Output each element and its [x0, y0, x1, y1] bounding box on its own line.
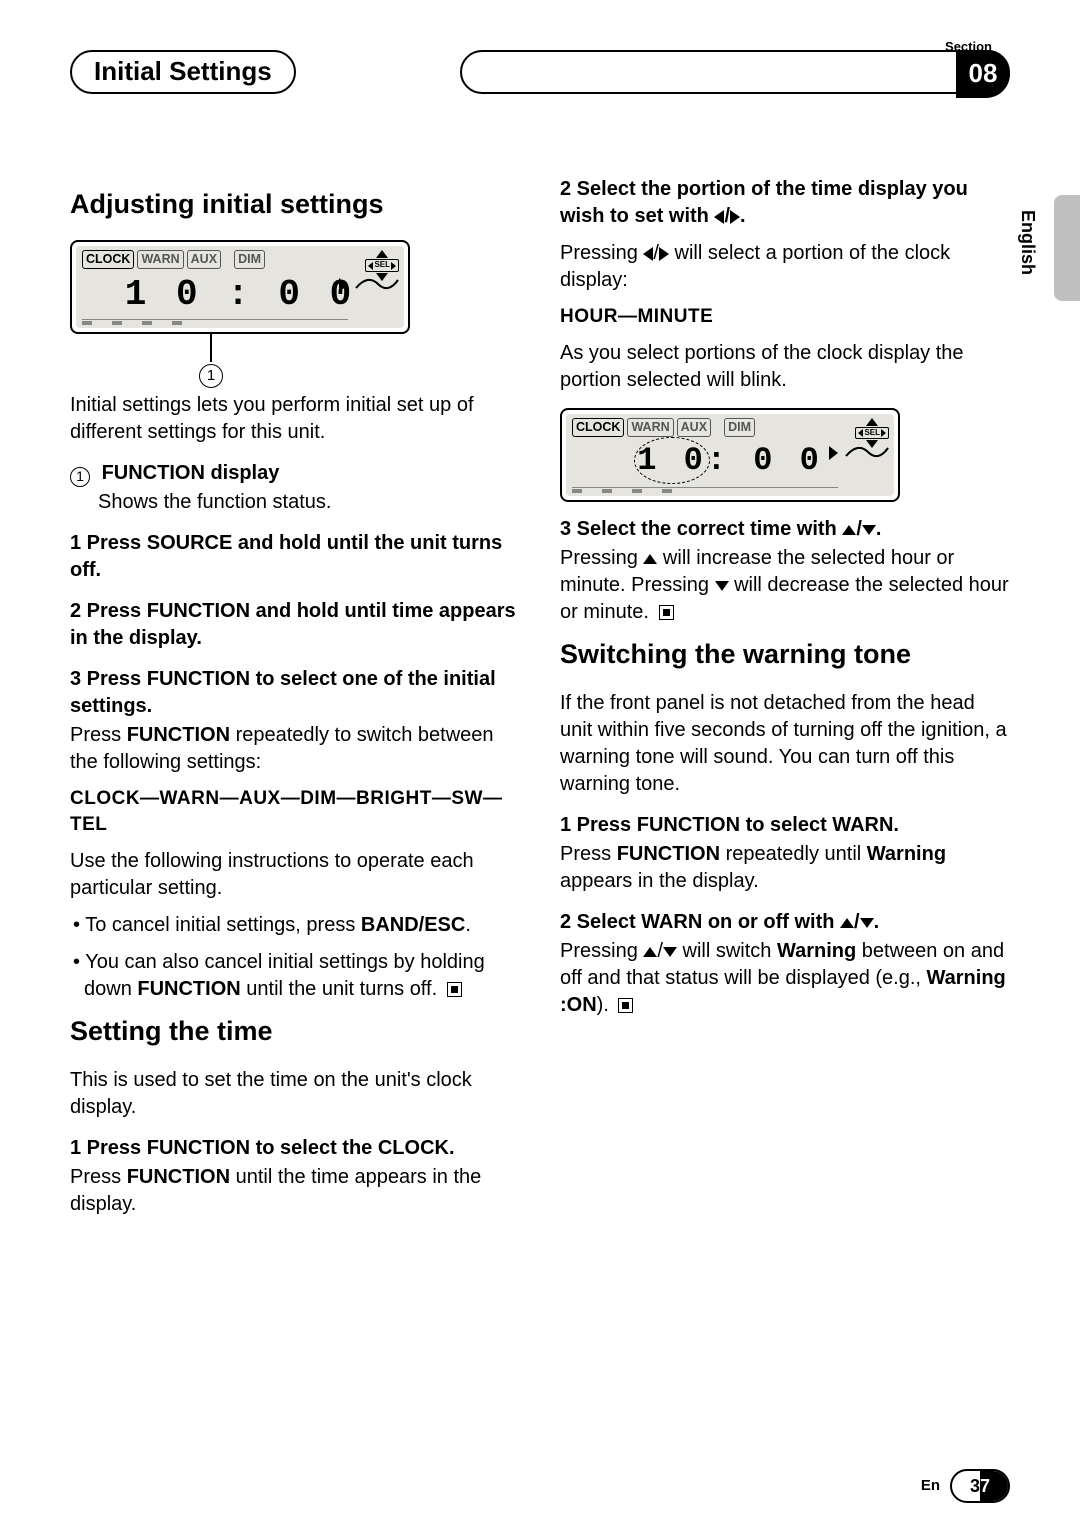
lcd-tag-warn: WARN: [137, 250, 183, 269]
lcd-tag-clock: CLOCK: [572, 418, 624, 437]
lcd-tag-dim: DIM: [234, 250, 265, 269]
set-step-1: 1 Press FUNCTION to select the CLOCK.: [70, 1135, 520, 1162]
page-title: Initial Settings: [94, 54, 272, 89]
down-arrow-icon: [860, 918, 874, 928]
warn-intro: If the front panel is not detached from …: [560, 690, 1010, 798]
intro-text: Initial settings lets you perform initia…: [70, 392, 520, 446]
warn-step-2: 2 Select WARN on or off with /.: [560, 909, 1010, 936]
heading-setting-time: Setting the time: [70, 1013, 520, 1049]
footer-lang: En: [921, 1476, 940, 1496]
step-3: 3 Press FUNCTION to select one of the in…: [70, 666, 520, 720]
function-display-desc: Shows the function status.: [98, 489, 520, 516]
hour-minute: HOUR—MINUTE: [560, 304, 1010, 330]
setting-time-intro: This is used to set the time on the unit…: [70, 1067, 520, 1121]
down-arrow-icon: [715, 581, 729, 591]
lcd-time-2: 1 0: 0 0: [572, 439, 888, 482]
r-step-3: 3 Select the correct time with /.: [560, 516, 1010, 543]
lcd-time-1: 1 0 : 0 0: [82, 271, 398, 320]
warn-step-1-desc: Press FUNCTION repeatedly until Warning …: [560, 841, 1010, 895]
left-arrow-icon: [643, 247, 653, 261]
end-mark-icon: [618, 998, 633, 1013]
end-mark-icon: [447, 982, 462, 997]
left-arrow-icon: [714, 210, 724, 224]
set-step-1-desc: Press FUNCTION until the time appears in…: [70, 1164, 520, 1218]
side-tab: [1054, 195, 1080, 301]
r-step-2-desc: Pressing / will select a portion of the …: [560, 240, 1010, 294]
left-column: Adjusting initial settings CLOCK WARN AU…: [70, 176, 520, 1228]
bullet-hold: • You can also cancel initial settings b…: [70, 949, 520, 1003]
right-column: 2 Select the portion of the time display…: [560, 176, 1010, 1228]
step-2: 2 Press FUNCTION and hold until time app…: [70, 598, 520, 652]
warn-step-1: 1 Press FUNCTION to select WARN.: [560, 812, 1010, 839]
language-tab: English: [1016, 210, 1040, 275]
r-step-3-desc: Pressing will increase the selected hour…: [560, 545, 1010, 626]
lcd-tag-warn: WARN: [627, 418, 673, 437]
callout-1: 1: [199, 364, 223, 388]
lcd-tag-aux: AUX: [677, 418, 711, 437]
up-arrow-icon: [643, 947, 657, 957]
down-arrow-icon: [862, 525, 876, 535]
up-arrow-icon: [840, 918, 854, 928]
r-step-2: 2 Select the portion of the time display…: [560, 176, 1010, 230]
play-icon: [339, 278, 348, 292]
blink-desc: As you select portions of the clock disp…: [560, 340, 1010, 394]
function-display-title: 1 FUNCTION display: [70, 460, 520, 487]
up-arrow-icon: [842, 525, 856, 535]
curve-icon: [844, 440, 890, 460]
page-number-oval: 37: [950, 1469, 1010, 1503]
lcd-figure-2: CLOCK WARN AUX DIM SEL 1 0: 0 0: [560, 408, 1010, 502]
page-header: 08 Initial Settings: [70, 50, 1010, 96]
lcd-figure-1: CLOCK WARN AUX DIM SEL 1 0 : 0 0: [70, 240, 520, 388]
lcd-tag-aux: AUX: [187, 250, 221, 269]
page-footer: En 37: [921, 1469, 1010, 1503]
right-arrow-icon: [659, 247, 669, 261]
end-mark-icon: [659, 605, 674, 620]
bullet-cancel: • To cancel initial settings, press BAND…: [70, 912, 520, 939]
header-right-pill: 08: [460, 50, 1010, 94]
up-arrow-icon: [643, 554, 657, 564]
circled-1-icon: 1: [70, 467, 90, 487]
down-arrow-icon: [663, 947, 677, 957]
section-number: 08: [956, 50, 1010, 98]
curve-icon: [354, 272, 400, 292]
lcd-tag-clock: CLOCK: [82, 250, 134, 269]
heading-adjusting: Adjusting initial settings: [70, 186, 520, 222]
play-icon: [829, 446, 838, 460]
warn-step-2-desc: Pressing / will switch Warning between o…: [560, 938, 1010, 1019]
use-instructions: Use the following instructions to operat…: [70, 848, 520, 902]
step-3-desc: Press FUNCTION repeatedly to switch betw…: [70, 722, 520, 776]
heading-warning-tone: Switching the warning tone: [560, 636, 1010, 672]
step-1: 1 Press SOURCE and hold until the unit t…: [70, 530, 520, 584]
lcd-tag-dim: DIM: [724, 418, 755, 437]
page-title-pill: Initial Settings: [70, 50, 296, 94]
right-arrow-icon: [730, 210, 740, 224]
settings-chain: CLOCK—WARN—AUX—DIM—BRIGHT—SW—TEL: [70, 786, 520, 837]
